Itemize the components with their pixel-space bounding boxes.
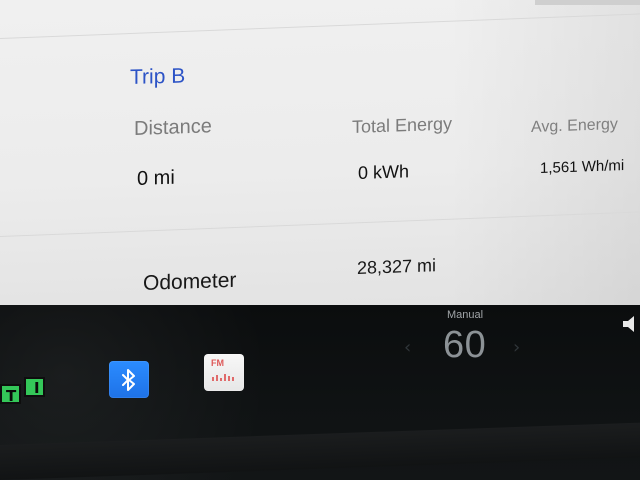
radio-label: FM xyxy=(211,358,224,368)
avg-energy-label: Avg. Energy xyxy=(531,115,618,136)
odometer-value: 28,327 mi xyxy=(357,255,437,278)
top-strip xyxy=(535,0,640,5)
teams-letter-i: I xyxy=(34,379,40,397)
chevron-left-icon[interactable]: ‹ xyxy=(404,337,411,358)
bluetooth-icon[interactable] xyxy=(109,361,149,398)
distance-label: Distance xyxy=(134,115,212,140)
total-energy-value: 0 kWh xyxy=(358,161,410,183)
speed-value: 60 xyxy=(443,324,487,366)
speed-mode-label: Manual xyxy=(447,309,484,321)
total-energy-label: Total Energy xyxy=(352,113,453,137)
avg-energy-value: 1,561 Wh/mi xyxy=(540,157,625,177)
radio-icon[interactable]: FM xyxy=(204,354,244,391)
teams-app-icon[interactable]: T I xyxy=(0,377,52,407)
bluetooth-glyph-icon xyxy=(122,369,135,391)
radio-bars-icon xyxy=(212,374,235,381)
odometer-label: Odometer xyxy=(143,268,237,295)
chevron-right-icon[interactable]: › xyxy=(513,337,520,358)
trip-title: Trip B xyxy=(130,64,186,89)
cruise-speed-control[interactable]: ‹ Manual 60 › xyxy=(404,309,524,379)
vehicle-display-screen: Trip B Distance Total Energy Avg. Energy… xyxy=(0,0,640,480)
teams-letter-t: T xyxy=(6,387,17,405)
distance-value: 0 mi xyxy=(137,166,175,190)
volume-icon[interactable] xyxy=(622,312,640,336)
